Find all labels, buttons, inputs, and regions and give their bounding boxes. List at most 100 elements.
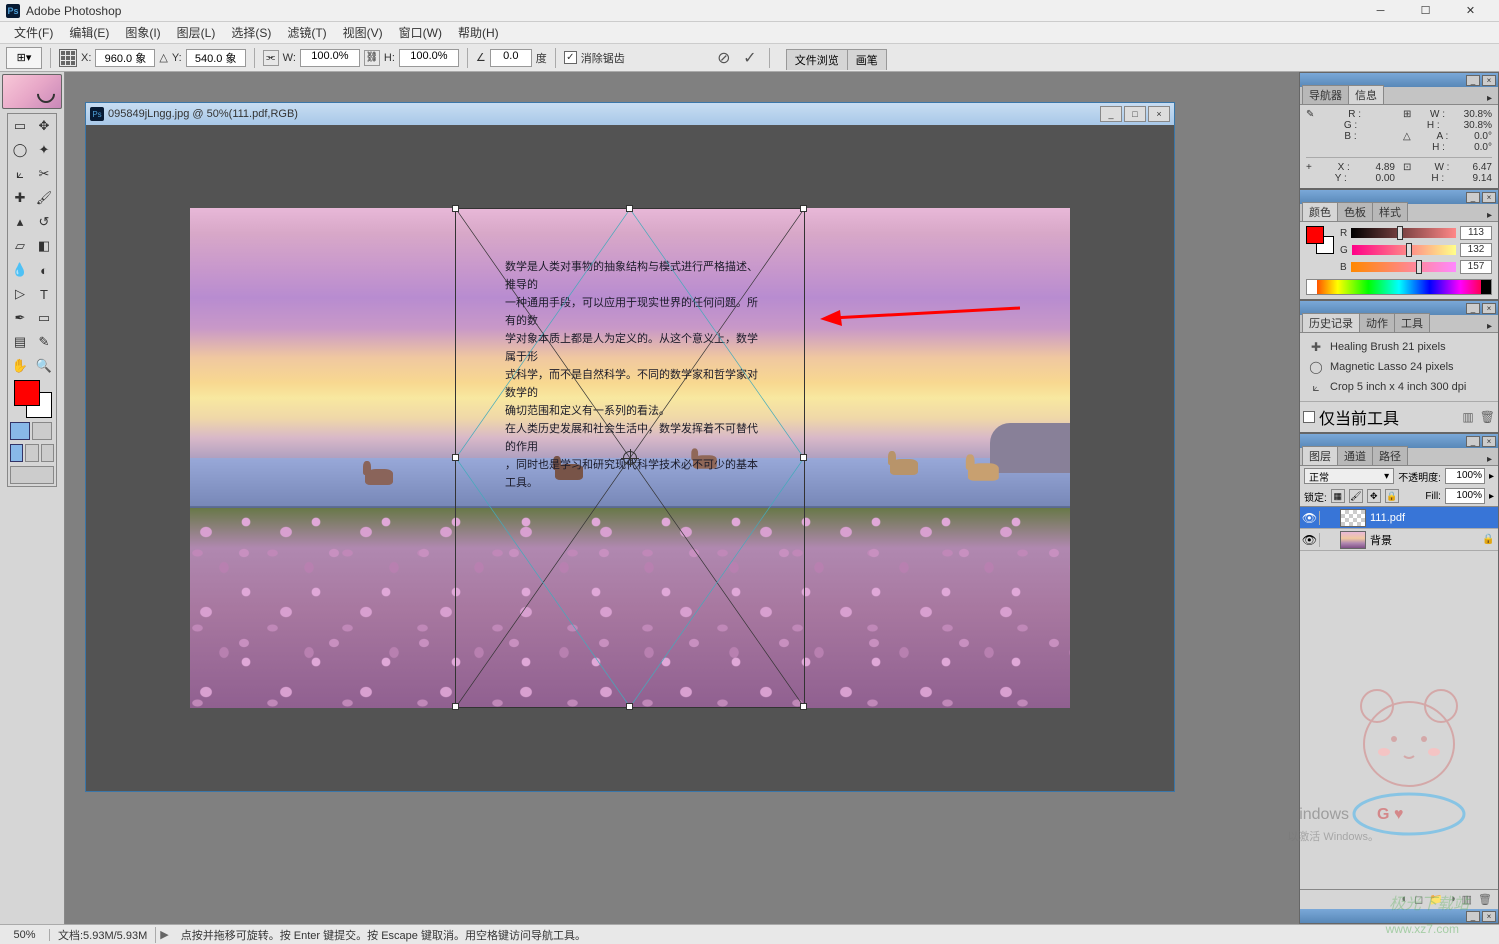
new-snapshot-icon[interactable]: ▥ bbox=[1462, 410, 1473, 424]
doc-size-info[interactable]: 文档:5.93M/5.93M bbox=[50, 927, 156, 943]
tab-info[interactable]: 信息 bbox=[1348, 85, 1384, 104]
antialias-checkbox[interactable] bbox=[564, 51, 577, 64]
transform-handle-mr[interactable] bbox=[800, 454, 807, 461]
layer-thumbnail[interactable] bbox=[1340, 509, 1366, 527]
menu-image[interactable]: 图象(I) bbox=[117, 22, 168, 43]
tool-preset-dropdown[interactable]: ⊞▾ bbox=[6, 47, 42, 69]
menu-help[interactable]: 帮助(H) bbox=[450, 22, 507, 43]
status-menu-icon[interactable]: ▶ bbox=[160, 928, 168, 941]
transform-handle-bl[interactable] bbox=[452, 703, 459, 710]
layer-name[interactable]: 111.pdf bbox=[1370, 512, 1482, 524]
zoom-tool-icon[interactable]: 🔍 bbox=[32, 354, 56, 378]
layer-row[interactable]: 👁 背景 🔒 bbox=[1300, 529, 1498, 551]
history-item[interactable]: ⟀Crop 5 inch x 4 inch 300 dpi bbox=[1306, 377, 1492, 397]
g-slider[interactable] bbox=[1352, 245, 1456, 255]
panel-minimize-button[interactable]: _ bbox=[1466, 192, 1480, 203]
transform-center-icon[interactable] bbox=[623, 451, 637, 465]
menu-view[interactable]: 视图(V) bbox=[335, 22, 391, 43]
panel-menu-icon[interactable]: ▸ bbox=[1481, 93, 1498, 104]
eyedropper-tool-icon[interactable]: ✎ bbox=[32, 330, 56, 354]
history-item[interactable]: ✚Healing Brush 21 pixels bbox=[1306, 337, 1492, 357]
tab-brushes[interactable]: 画笔 bbox=[847, 49, 887, 70]
screen-mode-1-button[interactable] bbox=[10, 444, 23, 462]
tab-navigator[interactable]: 导航器 bbox=[1302, 85, 1349, 104]
screen-mode-3-button[interactable] bbox=[41, 444, 54, 462]
menu-layer[interactable]: 图层(L) bbox=[169, 22, 224, 43]
link-wh-icon[interactable]: ⫘ bbox=[263, 50, 279, 66]
h-input[interactable]: 100.0% bbox=[399, 49, 459, 67]
panel-close-button[interactable]: × bbox=[1482, 303, 1496, 314]
maximize-button[interactable]: ☐ bbox=[1403, 1, 1448, 21]
b-value[interactable]: 157 bbox=[1460, 260, 1492, 274]
panel-minimize-button[interactable]: _ bbox=[1466, 436, 1480, 447]
tab-file-browser[interactable]: 文件浏览 bbox=[786, 49, 848, 70]
panel-close-button[interactable]: × bbox=[1482, 75, 1496, 86]
tab-layers[interactable]: 图层 bbox=[1302, 446, 1338, 465]
menu-filter[interactable]: 滤镜(T) bbox=[279, 22, 334, 43]
standard-mode-button[interactable] bbox=[10, 422, 30, 440]
color-ramp[interactable] bbox=[1306, 279, 1492, 295]
transform-handle-bc[interactable] bbox=[626, 703, 633, 710]
visibility-icon[interactable]: 👁 bbox=[1300, 511, 1320, 525]
doc-minimize-button[interactable]: _ bbox=[1100, 106, 1122, 122]
stamp-tool-icon[interactable]: ▴ bbox=[8, 210, 32, 234]
r-value[interactable]: 113 bbox=[1460, 226, 1492, 240]
shape-tool-icon[interactable]: ▭ bbox=[32, 306, 56, 330]
move-tool-icon[interactable]: ✥ bbox=[32, 114, 56, 138]
brush-tool-icon[interactable]: 🖌 bbox=[32, 186, 56, 210]
pen-tool-icon[interactable]: ✒ bbox=[8, 306, 32, 330]
current-tool-only-checkbox[interactable] bbox=[1303, 411, 1315, 423]
panel-close-button[interactable]: × bbox=[1482, 192, 1496, 203]
x-input[interactable]: 960.0 象 bbox=[95, 49, 155, 67]
lock-all-icon[interactable]: 🔒 bbox=[1385, 489, 1399, 503]
fg-swatch[interactable] bbox=[1306, 226, 1324, 244]
doc-maximize-button[interactable]: □ bbox=[1124, 106, 1146, 122]
menu-select[interactable]: 选择(S) bbox=[223, 22, 279, 43]
lock-paint-icon[interactable]: 🖌 bbox=[1349, 489, 1363, 503]
delete-layer-icon[interactable]: 🗑 bbox=[1478, 893, 1492, 906]
w-input[interactable]: 100.0% bbox=[300, 49, 360, 67]
screen-mode-2-button[interactable] bbox=[25, 444, 38, 462]
y-input[interactable]: 540.0 象 bbox=[186, 49, 246, 67]
panel-menu-icon[interactable]: ▸ bbox=[1481, 454, 1498, 465]
tab-channels[interactable]: 通道 bbox=[1337, 446, 1373, 465]
menu-file[interactable]: 文件(F) bbox=[6, 22, 61, 43]
tab-swatches[interactable]: 色板 bbox=[1337, 202, 1373, 221]
panel-minimize-button[interactable]: _ bbox=[1466, 303, 1480, 314]
tab-tools[interactable]: 工具 bbox=[1394, 313, 1430, 332]
layer-name[interactable]: 背景 bbox=[1370, 532, 1482, 548]
panel-menu-icon[interactable]: ▸ bbox=[1481, 210, 1498, 221]
tab-styles[interactable]: 样式 bbox=[1372, 202, 1408, 221]
transform-handle-ml[interactable] bbox=[452, 454, 459, 461]
transform-handle-tc[interactable] bbox=[626, 205, 633, 212]
transform-handle-tl[interactable] bbox=[452, 205, 459, 212]
notes-tool-icon[interactable]: ▤ bbox=[8, 330, 32, 354]
panel-minimize-button[interactable]: _ bbox=[1466, 75, 1480, 86]
image-preview-icon[interactable] bbox=[2, 74, 62, 109]
marquee-tool-icon[interactable]: ▭ bbox=[8, 114, 32, 138]
hand-tool-icon[interactable]: ✋ bbox=[8, 354, 32, 378]
layer-thumbnail[interactable] bbox=[1340, 531, 1366, 549]
transform-handle-br[interactable] bbox=[800, 703, 807, 710]
tab-color[interactable]: 颜色 bbox=[1302, 202, 1338, 221]
doc-close-button[interactable]: × bbox=[1148, 106, 1170, 122]
menu-edit[interactable]: 编辑(E) bbox=[61, 22, 117, 43]
history-item[interactable]: ◯Magnetic Lasso 24 pixels bbox=[1306, 357, 1492, 377]
panel-close-button[interactable]: × bbox=[1482, 911, 1496, 922]
cancel-transform-button[interactable]: ⊘ bbox=[713, 47, 735, 69]
opacity-input[interactable]: 100% bbox=[1445, 468, 1485, 484]
zoom-level[interactable]: 50% bbox=[0, 929, 50, 941]
trash-icon[interactable]: 🗑 bbox=[1480, 410, 1495, 424]
visibility-icon[interactable]: 👁 bbox=[1300, 533, 1320, 547]
b-slider[interactable] bbox=[1351, 262, 1456, 272]
transform-bounding-box[interactable] bbox=[455, 208, 805, 708]
transform-handle-tr[interactable] bbox=[800, 205, 807, 212]
eraser-tool-icon[interactable]: ▱ bbox=[8, 234, 32, 258]
document-titlebar[interactable]: Ps 095849jLngg.jpg @ 50%(111.pdf,RGB) _ … bbox=[86, 103, 1174, 125]
dodge-tool-icon[interactable]: ◐ bbox=[32, 258, 56, 282]
heal-tool-icon[interactable]: ✚ bbox=[8, 186, 32, 210]
slice-tool-icon[interactable]: ✂ bbox=[32, 162, 56, 186]
quickmask-mode-button[interactable] bbox=[32, 422, 52, 440]
layer-row[interactable]: 👁 111.pdf bbox=[1300, 507, 1498, 529]
lasso-tool-icon[interactable]: ◯ bbox=[8, 138, 32, 162]
